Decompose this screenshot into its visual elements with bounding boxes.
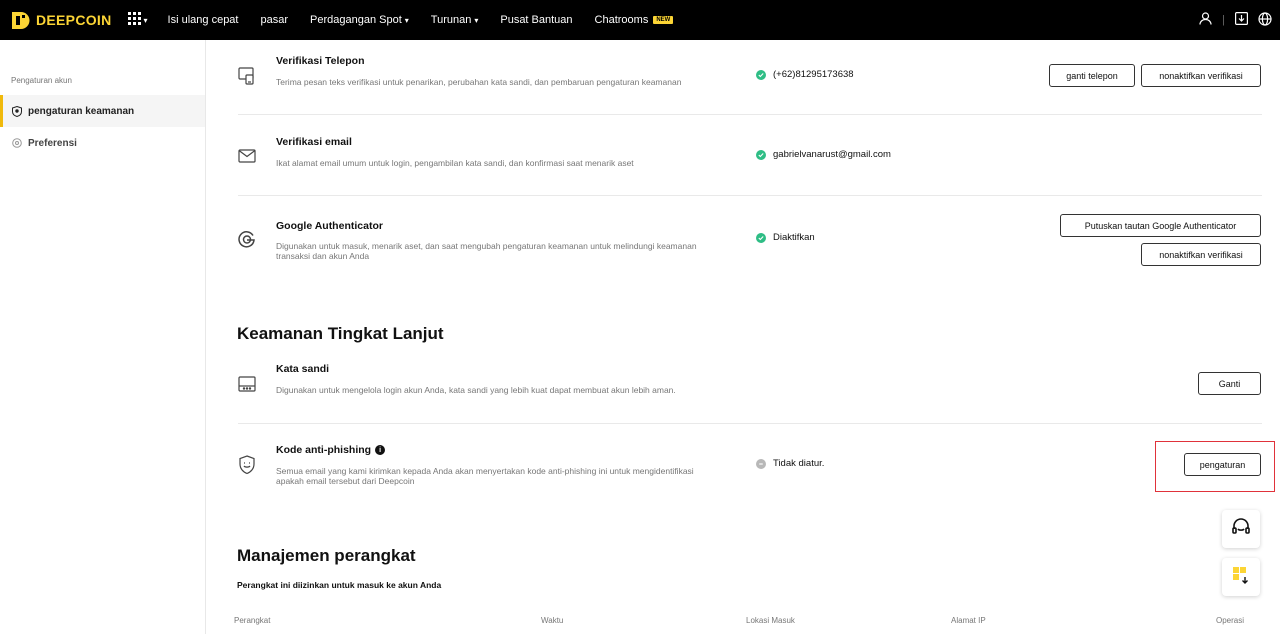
phone-message-icon [238, 67, 258, 87]
anti-phishing-desc: Semua email yang kami kirimkan kepada An… [276, 466, 694, 486]
password-row: Kata sandi Digunakan untuk mengelola log… [238, 354, 1262, 424]
sidebar: Pengaturan akun pengaturan keamanan Pref… [0, 40, 206, 634]
disable-google-verification-button[interactable]: nonaktifkan verifikasi [1141, 243, 1261, 266]
phone-verification-desc: Terima pesan teks verifikasi untuk penar… [276, 77, 682, 87]
anti-phishing-row: Kode anti-phishing i Semua email yang ka… [238, 424, 1262, 504]
inactive-circle-icon [756, 458, 766, 469]
email-verification-status: gabrielvanarust@gmail.com [756, 149, 891, 160]
email-verification-row: Verifikasi email Ikat alamat email umum … [238, 115, 1262, 196]
email-verification-title: Verifikasi email [276, 136, 352, 148]
anti-phishing-title: Kode anti-phishing [276, 444, 372, 456]
google-authenticator-desc: Digunakan untuk masuk, menarik aset, dan… [276, 241, 697, 261]
sidebar-section-title: Pengaturan akun [11, 76, 72, 85]
shield-icon [12, 105, 22, 117]
check-circle-icon [756, 149, 766, 160]
phone-verification-title: Verifikasi Telepon [276, 55, 365, 67]
phone-number: (+62)81295173638 [773, 69, 854, 80]
check-circle-icon [756, 69, 766, 80]
nav-market[interactable]: pasar [260, 14, 288, 26]
top-right-controls: | [1199, 0, 1272, 40]
disable-phone-verification-button[interactable]: nonaktifkan verifikasi [1141, 64, 1261, 87]
chevron-down-icon: ▾ [404, 15, 409, 25]
download-app-button[interactable] [1222, 558, 1260, 596]
customer-support-button[interactable] [1222, 510, 1260, 548]
advanced-security-title: Keamanan Tingkat Lanjut [237, 324, 444, 343]
password-title: Kata sandi [276, 363, 330, 375]
apps-menu[interactable]: ▾ [127, 12, 148, 28]
password-desc: Digunakan untuk mengelola login akun And… [276, 385, 676, 395]
anti-phishing-state: Tidak diatur. [773, 458, 825, 469]
email-address: gabrielvanarust@gmail.com [773, 149, 891, 160]
google-authenticator-state: Diaktifkan [773, 232, 815, 243]
chevron-down-icon: ▾ [143, 15, 148, 25]
google-authenticator-icon [238, 230, 258, 250]
sidebar-item-preferences[interactable]: Preferensi [0, 127, 205, 159]
grid-icon [127, 12, 141, 28]
nav-spot-trading[interactable]: Perdagangan Spot ▾ [310, 14, 409, 26]
sidebar-item-label: pengaturan keamanan [28, 105, 135, 117]
globe-icon[interactable] [1258, 11, 1272, 29]
brand-logo[interactable]: DEEPCOIN [12, 11, 112, 29]
device-table-header: Perangkat Waktu Lokasi Masuk Alamat IP O… [234, 616, 1254, 630]
device-management-title: Manajemen perangkat [237, 546, 416, 565]
headset-icon [1231, 517, 1251, 542]
highlight-box [1155, 441, 1275, 492]
change-password-button[interactable]: Ganti [1198, 372, 1261, 395]
google-authenticator-row: Google Authenticator Digunakan untuk mas… [238, 196, 1262, 296]
column-ip-address: Alamat IP [951, 616, 986, 625]
info-icon[interactable]: i [375, 445, 386, 455]
main-content: Verifikasi Telepon Terima pesan teks ver… [206, 40, 1280, 634]
new-badge: NEW [653, 16, 674, 24]
column-login-location: Lokasi Masuk [746, 616, 795, 625]
nav-derivatives[interactable]: Turunan ▾ [431, 14, 479, 26]
nav-quick-topup[interactable]: Isi ulang cepat [168, 14, 239, 26]
brand-name: DEEPCOIN [36, 12, 112, 28]
sidebar-item-label: Preferensi [28, 137, 77, 149]
app-download-icon [1230, 564, 1252, 591]
column-time: Waktu [541, 616, 564, 625]
phone-verification-status: (+62)81295173638 [756, 69, 854, 80]
nav-help-center[interactable]: Pusat Bantuan [500, 14, 572, 26]
deepcoin-logo-icon [12, 11, 32, 29]
password-icon [238, 376, 258, 396]
user-icon[interactable] [1199, 12, 1212, 28]
download-icon[interactable] [1235, 12, 1249, 28]
anti-phishing-status: Tidak diatur. [756, 458, 824, 469]
device-management-subtitle: Perangkat ini diizinkan untuk masuk ke a… [237, 580, 442, 590]
check-circle-icon [756, 232, 766, 243]
unlink-google-authenticator-button[interactable]: Putuskan tautan Google Authenticator [1060, 214, 1261, 237]
column-operation: Operasi [1216, 616, 1245, 625]
google-authenticator-status: Diaktifkan [756, 232, 815, 243]
column-device: Perangkat [234, 616, 271, 625]
anti-phishing-title-wrap: Kode anti-phishing i [276, 444, 386, 456]
phone-verification-row: Verifikasi Telepon Terima pesan teks ver… [238, 40, 1262, 115]
settings-circle-icon [12, 138, 22, 148]
main-nav: Isi ulang cepat pasar Perdagangan Spot ▾ … [168, 14, 696, 26]
anti-phishing-shield-icon [238, 455, 258, 475]
chevron-down-icon: ▾ [474, 15, 479, 25]
envelope-icon [238, 149, 258, 169]
google-authenticator-title: Google Authenticator [276, 220, 383, 232]
change-phone-button[interactable]: ganti telepon [1049, 64, 1135, 87]
divider: | [1222, 14, 1225, 26]
nav-chatrooms[interactable]: Chatrooms NEW [595, 14, 674, 26]
sidebar-item-security-settings[interactable]: pengaturan keamanan [0, 95, 205, 127]
top-navigation-bar: DEEPCOIN ▾ Isi ulang cepat pasar Perdaga… [0, 0, 1280, 40]
email-verification-desc: Ikat alamat email umum untuk login, peng… [276, 158, 634, 168]
